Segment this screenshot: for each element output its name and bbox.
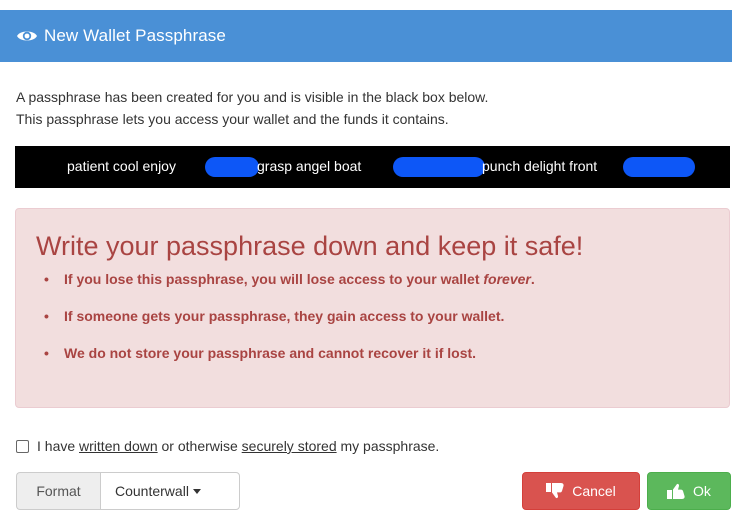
thumbs-up-icon xyxy=(667,483,685,499)
format-group: Format Counterwall xyxy=(16,472,240,510)
dialog-title: New Wallet Passphrase xyxy=(44,26,226,45)
redaction-mark-2 xyxy=(393,157,485,177)
thumbs-down-icon xyxy=(546,483,564,499)
confirm-suffix: my passphrase. xyxy=(336,438,440,454)
warning-item-recover: We do not store your passphrase and cann… xyxy=(44,343,535,363)
redaction-mark-3 xyxy=(623,157,695,177)
passphrase-segment-2: grasp angel boat xyxy=(257,158,362,174)
warning-item-access: If someone gets your passphrase, they ga… xyxy=(44,306,535,326)
passphrase-box: patient cool enjoy grasp angel boat punc… xyxy=(15,146,730,188)
confirm-checkbox[interactable] xyxy=(16,439,29,453)
passphrase-segment-1: patient cool enjoy xyxy=(67,158,176,174)
warning-item-forever-emphasis: forever xyxy=(483,271,531,287)
warning-alert: Write your passphrase down and keep it s… xyxy=(15,208,730,408)
warning-item-forever-end: . xyxy=(530,271,535,287)
format-label: Format xyxy=(16,472,100,510)
cancel-label: Cancel xyxy=(572,483,616,499)
passphrase-segment-3: punch delight front xyxy=(482,158,598,174)
warning-heading: Write your passphrase down and keep it s… xyxy=(36,231,584,261)
eye-icon xyxy=(17,31,37,41)
format-dropdown[interactable]: Counterwall xyxy=(100,472,240,510)
ok-button[interactable]: Ok xyxy=(647,472,731,510)
cancel-button[interactable]: Cancel xyxy=(522,472,640,510)
warning-list: If you lose this passphrase, you will lo… xyxy=(44,269,535,380)
wallet-passphrase-dialog: New Wallet Passphrase A passphrase has b… xyxy=(0,0,732,510)
caret-down-icon xyxy=(192,488,201,494)
ok-label: Ok xyxy=(693,483,711,499)
confirm-prefix: I have xyxy=(37,438,80,454)
warning-item-forever-text: If you lose this passphrase, you will lo… xyxy=(64,271,484,287)
securely-stored-text: securely stored xyxy=(241,438,337,454)
format-selected-value: Counterwall xyxy=(115,483,189,499)
intro-text: A passphrase has been created for you an… xyxy=(16,86,488,130)
confirm-middle: or otherwise xyxy=(157,438,242,454)
dialog-header: New Wallet Passphrase xyxy=(0,10,732,62)
confirm-row: I have written down or otherwise securel… xyxy=(16,438,439,454)
warning-item-forever: If you lose this passphrase, you will lo… xyxy=(44,269,535,289)
written-down-text: written down xyxy=(79,438,158,454)
intro-line-1: A passphrase has been created for you an… xyxy=(16,89,489,105)
redaction-mark-1 xyxy=(205,157,259,177)
intro-line-2: This passphrase lets you access your wal… xyxy=(16,111,449,127)
